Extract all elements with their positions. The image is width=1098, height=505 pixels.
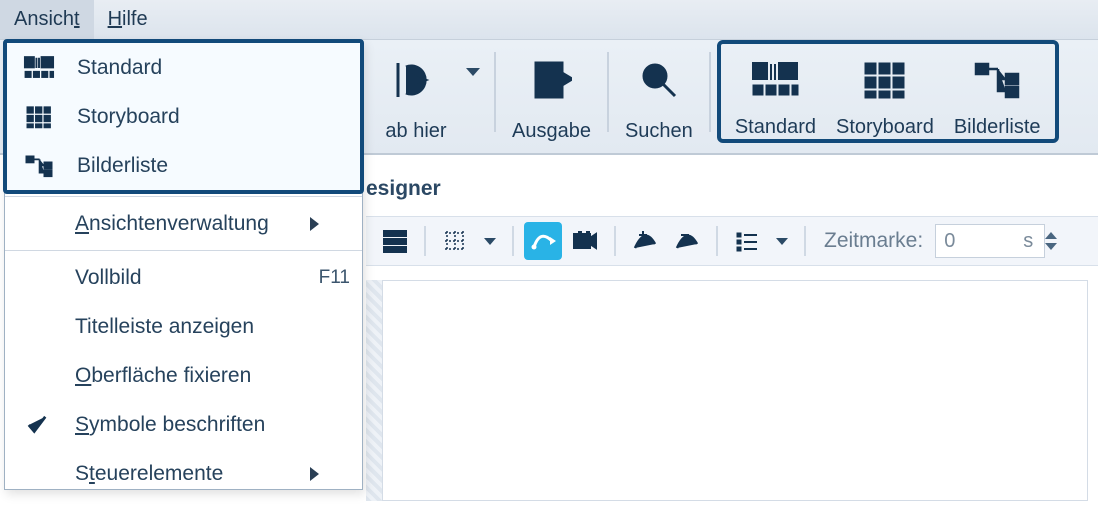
curve-add-button[interactable]: [626, 222, 664, 260]
menu-item-show-titlebar[interactable]: Titelleiste anzeigen: [5, 302, 362, 351]
imagelist-view-label: Bilderliste: [954, 116, 1041, 139]
toolbar-separator: [804, 226, 806, 256]
grid-dropdown-caret[interactable]: [484, 238, 496, 245]
menu-item-label: Symbole beschriften: [75, 413, 292, 437]
standard-view-icon: [19, 55, 59, 81]
menu-item-lock-surface[interactable]: Oberfläche fixieren: [5, 351, 362, 400]
list-options-button[interactable]: [728, 222, 766, 260]
standard-view-label: Standard: [735, 116, 816, 139]
imagelist-view-icon: [972, 48, 1022, 112]
path-tool-button[interactable]: [524, 222, 562, 260]
timemark-label: Zeitmarke:: [824, 229, 923, 253]
search-icon: [638, 44, 680, 116]
document-tab[interactable]: esigner: [366, 168, 441, 210]
output-icon: [530, 44, 572, 116]
submenu-arrow-icon: [310, 217, 319, 231]
storyboard-view-icon: [19, 104, 59, 130]
view-menu-dropdown: Standard Storyboard: [4, 40, 363, 490]
imagelist-view-icon: [19, 153, 59, 179]
view-mode-group: Standard Storyboard Bilderl: [717, 40, 1059, 143]
menu-item-label: Standard: [77, 56, 290, 80]
menu-item-shortcut: F11: [310, 267, 350, 289]
camera-tool-button[interactable]: [566, 222, 604, 260]
toolbar-separator: [614, 226, 616, 256]
canvas-area[interactable]: [382, 280, 1088, 501]
play-dropdown-caret[interactable]: [466, 68, 480, 76]
standard-view-button[interactable]: Standard: [725, 44, 826, 139]
menu-item-storyboard[interactable]: Storyboard: [7, 92, 360, 141]
check-icon: [17, 414, 57, 436]
output-label: Ausgabe: [512, 120, 591, 143]
timemark-spinner[interactable]: [1045, 225, 1061, 257]
play-from-here-label: ab hier: [385, 120, 446, 143]
toolbar-separator: [607, 52, 609, 132]
search-button[interactable]: Suchen: [615, 40, 703, 143]
imagelist-view-button[interactable]: Bilderliste: [944, 44, 1051, 139]
menu-item-label: Storyboard: [77, 105, 290, 129]
menu-item-label-icons[interactable]: Symbole beschriften: [5, 400, 362, 449]
menu-item-label: Bilderliste: [77, 154, 290, 178]
play-from-here-button[interactable]: ab hier: [366, 40, 466, 143]
storyboard-view-label: Storyboard: [836, 116, 934, 139]
menu-item-label: Vollbild: [75, 266, 292, 290]
rows-button[interactable]: [376, 222, 414, 260]
list-dropdown-caret[interactable]: [776, 238, 788, 245]
canvas-ruler: [366, 280, 382, 501]
menu-item-label: Steuerelemente: [75, 462, 292, 486]
toolbar-separator: [716, 226, 718, 256]
menu-item-label: Ansichtenverwaltung: [75, 212, 292, 236]
menu-item-standard[interactable]: Standard: [7, 43, 360, 92]
search-label: Suchen: [625, 120, 693, 143]
grid-snap-button[interactable]: [436, 222, 474, 260]
menu-item-label: Oberfläche fixieren: [75, 364, 292, 388]
menu-bar: Ansicht Hilfe: [0, 0, 1098, 40]
menu-help-label: Hilfe: [108, 8, 148, 31]
submenu-arrow-icon: [310, 467, 319, 481]
storyboard-view-icon: [862, 48, 908, 112]
menu-item-controls[interactable]: Steuerelemente: [5, 449, 362, 498]
menu-item-imagelist[interactable]: Bilderliste: [7, 141, 360, 190]
toolbar-separator: [424, 226, 426, 256]
timemark-input[interactable]: [935, 224, 1045, 258]
toolbar-separator: [512, 226, 514, 256]
curve-remove-button[interactable]: [668, 222, 706, 260]
menu-help[interactable]: Hilfe: [94, 0, 162, 39]
output-button[interactable]: Ausgabe: [502, 40, 601, 143]
menu-view[interactable]: Ansicht: [0, 0, 94, 39]
play-from-here-icon: [392, 44, 440, 116]
document-tab-label: esigner: [366, 177, 441, 201]
toolbar-separator: [709, 52, 711, 132]
standard-view-icon: [750, 48, 800, 112]
menu-item-label: Titelleiste anzeigen: [75, 315, 292, 339]
menu-view-label: Ansicht: [14, 8, 80, 31]
storyboard-view-button[interactable]: Storyboard: [826, 44, 944, 139]
secondary-toolbar: Zeitmarke: s: [366, 216, 1098, 266]
toolbar-separator: [494, 52, 496, 132]
menu-item-fullscreen[interactable]: Vollbild F11: [5, 253, 362, 302]
menu-item-view-management[interactable]: Ansichtenverwaltung: [5, 199, 362, 248]
